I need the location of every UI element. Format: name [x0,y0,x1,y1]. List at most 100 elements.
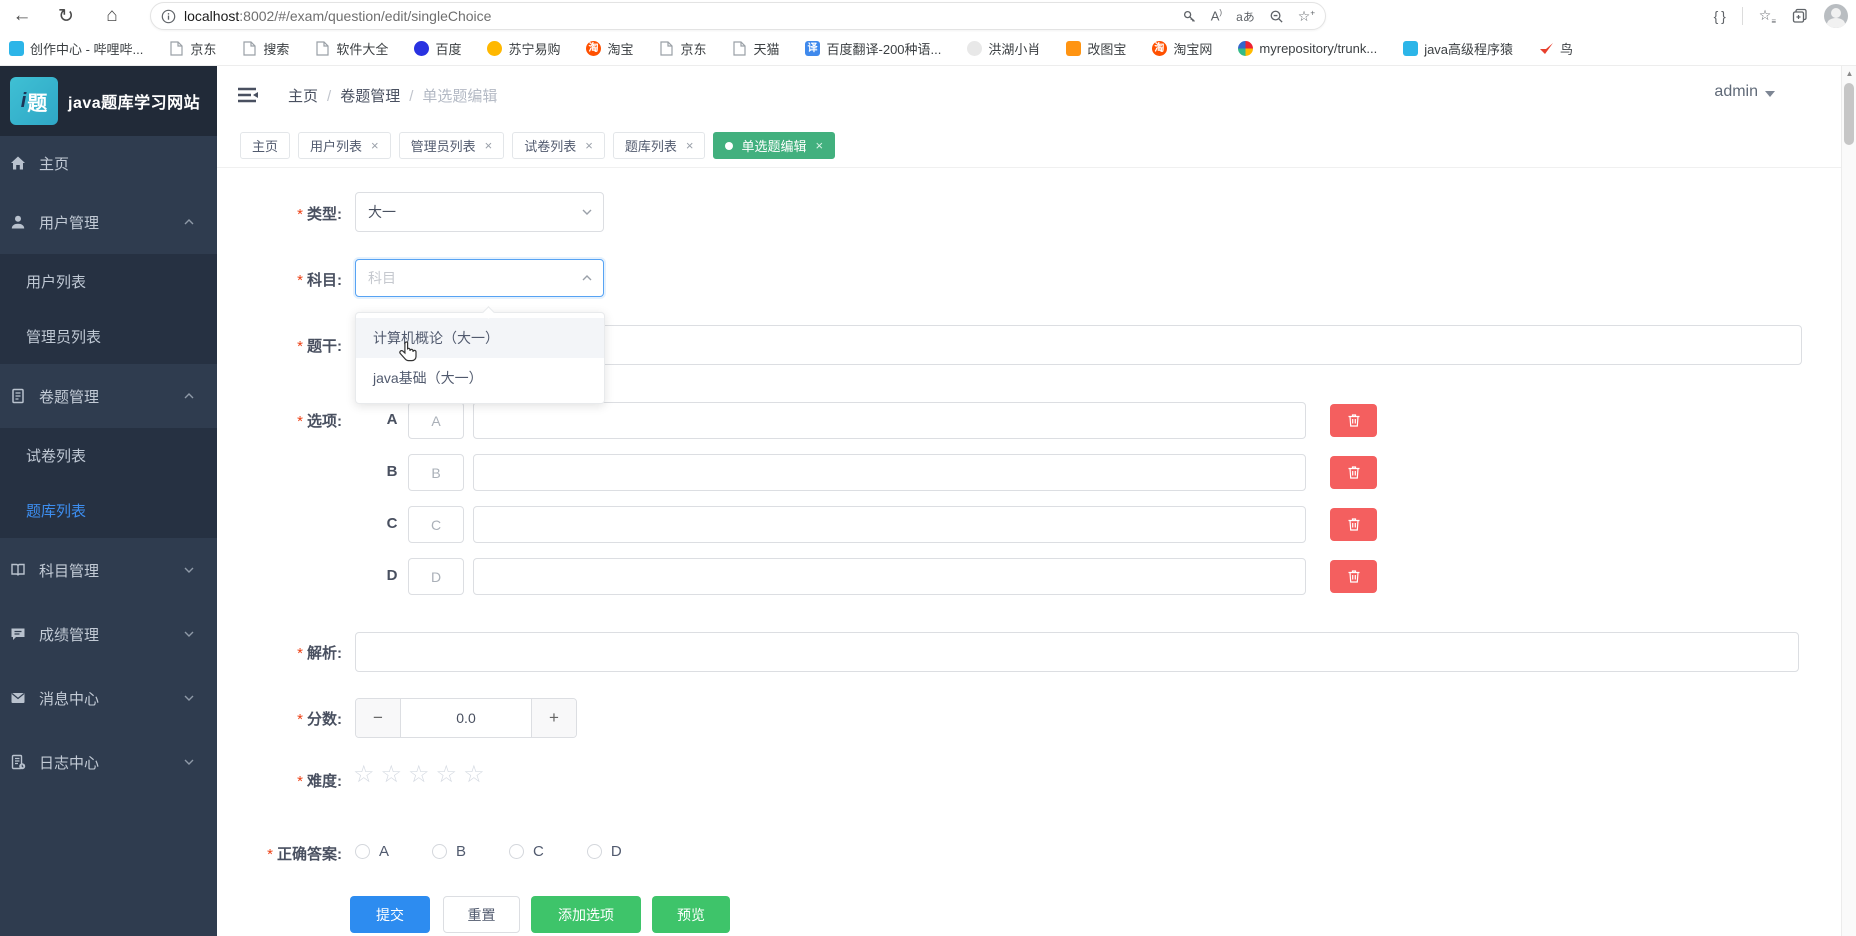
star-icon[interactable]: ☆ [463,761,491,788]
sidebar-item-user-list[interactable]: 用户列表 [0,254,217,309]
reset-button[interactable]: 重置 [443,896,520,933]
gaitubao-icon [1065,41,1081,57]
close-tab-icon[interactable]: × [485,139,493,152]
tab-主页[interactable]: 主页 [240,132,291,159]
scroll-up-arrow-icon[interactable]: ▲ [1842,66,1856,81]
option-text-input[interactable] [473,402,1306,439]
radio-circle-icon [586,843,602,859]
close-tab-icon[interactable]: × [686,139,694,152]
profile-avatar[interactable] [1824,4,1848,28]
sidebar-item-question-bank-list[interactable]: 题库列表 [0,483,217,538]
translate-icon[interactable]: aあ [1236,8,1255,25]
delete-option-button[interactable] [1330,508,1377,541]
answer-radio-B[interactable]: B [432,840,466,862]
close-tab-icon[interactable]: × [371,139,379,152]
option-text-input[interactable] [473,558,1306,595]
bookmark-baidu[interactable]: 百度 [413,39,461,58]
type-select[interactable]: 大一 [355,192,604,232]
answer-radio-A[interactable]: A [355,840,389,862]
key-icon[interactable] [1182,9,1197,24]
bookmark-software[interactable]: 软件大全 [314,39,388,58]
sidebar-item-admin-list[interactable]: 管理员列表 [0,309,217,364]
increase-button[interactable]: + [531,699,576,737]
dropdown-option[interactable]: java基础（大一） [356,358,604,398]
delete-option-button[interactable] [1330,456,1377,489]
option-prefix-input[interactable]: A [408,402,464,439]
option-prefix-input[interactable]: D [408,558,464,595]
add-option-button[interactable]: 添加选项 [531,896,641,933]
bookmark-honghu[interactable]: 洪湖小肖 [966,39,1040,58]
url-text[interactable]: localhost:8002/#/exam/question/edit/sing… [184,8,491,24]
bookmark-java-programmer[interactable]: java高级程序猿 [1402,39,1513,58]
star-icon[interactable]: ☆ [353,761,381,788]
close-tab-icon[interactable]: × [815,139,823,152]
analysis-input[interactable] [355,632,1799,672]
bookmark-jd-2[interactable]: 京东 [658,39,707,58]
scrollbar-thumb[interactable] [1844,83,1854,145]
submit-button[interactable]: 提交 [350,896,430,933]
option-text-input[interactable] [473,506,1306,543]
bookmark-baidu-translate[interactable]: 译百度翻译-200种语... [805,39,941,58]
close-tab-icon[interactable]: × [585,139,593,152]
rooster-icon [966,41,982,57]
home-icon[interactable]: ⌂ [98,2,126,30]
bookmark-suning[interactable]: 苏宁易购 [486,39,560,58]
app-root: ← ↻ ⌂ localhost:8002/#/exam/question/edi… [0,0,1856,936]
page-scrollbar[interactable]: ▲ [1841,66,1856,936]
bookmark-tmall[interactable]: 天猫 [732,39,780,58]
answer-radio-D[interactable]: D [586,840,622,862]
star-icon[interactable]: ☆ [436,761,464,788]
bookmark-gaitubao[interactable]: 改图宝 [1065,39,1126,58]
site-info-icon[interactable] [161,9,176,24]
sidebar-item-log-center[interactable]: 日志中心 [0,730,217,794]
tab-用户列表[interactable]: 用户列表 × [298,132,391,159]
collections-icon[interactable] [1792,8,1808,24]
answer-radio-C[interactable]: C [509,840,544,862]
refresh-icon[interactable]: ↻ [52,2,80,30]
favorite-add-icon[interactable]: ☆+ [1298,8,1315,25]
subject-select[interactable]: 科目 [355,259,604,297]
sidebar-item-message-center[interactable]: 消息中心 [0,666,217,730]
address-bar[interactable]: localhost:8002/#/exam/question/edit/sing… [150,2,1326,30]
tab-管理员列表[interactable]: 管理员列表 × [398,132,505,159]
bookmark-taobao-web[interactable]: 淘淘宝网 [1151,39,1212,58]
bookmark-taobao[interactable]: 淘淘宝 [585,39,633,58]
dropdown-option[interactable]: 计算机概论（大一） [356,318,604,358]
sidebar-item-paper-mgmt[interactable]: 卷题管理 [0,364,217,428]
username: admin [1714,83,1758,100]
delete-option-button[interactable] [1330,560,1377,593]
star-icon[interactable]: ☆ [381,761,409,788]
zoom-out-icon[interactable] [1269,9,1284,24]
extensions-icon[interactable]: { } [1714,8,1726,24]
sidebar-item-subject-mgmt[interactable]: 科目管理 [0,538,217,602]
bookmark-search[interactable]: 搜索 [241,39,289,58]
delete-option-button[interactable] [1330,404,1377,437]
breadcrumb-item[interactable]: 卷题管理 [340,88,400,105]
tab-试卷列表[interactable]: 试卷列表 × [512,132,605,159]
bookmark-bird[interactable]: 鸟 [1538,39,1573,58]
read-aloud-icon[interactable]: A) [1211,8,1222,23]
back-icon[interactable]: ← [8,2,36,30]
sidebar-item-user-mgmt[interactable]: 用户管理 [0,190,217,254]
collapse-sidebar-icon[interactable] [235,83,259,107]
difficulty-rating[interactable]: ☆☆☆☆☆ [353,760,491,789]
option-prefix-input[interactable]: B [408,454,464,491]
score-value[interactable]: 0.0 [401,699,531,737]
option-prefix-input[interactable]: C [408,506,464,543]
sidebar-item-score-mgmt[interactable]: 成绩管理 [0,602,217,666]
favorites-bar-icon[interactable]: ☆≡ [1759,7,1776,26]
decrease-button[interactable]: − [356,699,401,737]
option-text-input[interactable] [473,454,1306,491]
tab-题库列表[interactable]: 题库列表 × [612,132,706,159]
bookmark-myrepository[interactable]: myrepository/trunk... [1237,41,1377,57]
tab-单选题编辑[interactable]: 单选题编辑 × [713,132,836,159]
sidebar-item-exam-list[interactable]: 试卷列表 [0,428,217,483]
bookmark-bilibili-creator[interactable]: 创作中心 - 哔哩哔... [8,39,143,58]
bookmark-jd-1[interactable]: 京东 [168,39,216,58]
sidebar-item-label: 科目管理 [39,562,100,580]
preview-button[interactable]: 预览 [652,896,730,933]
star-icon[interactable]: ☆ [408,761,436,788]
user-menu[interactable]: admin [1714,83,1775,101]
breadcrumb-item[interactable]: 主页 [288,88,318,105]
sidebar-item-home[interactable]: 主页 [0,136,217,190]
